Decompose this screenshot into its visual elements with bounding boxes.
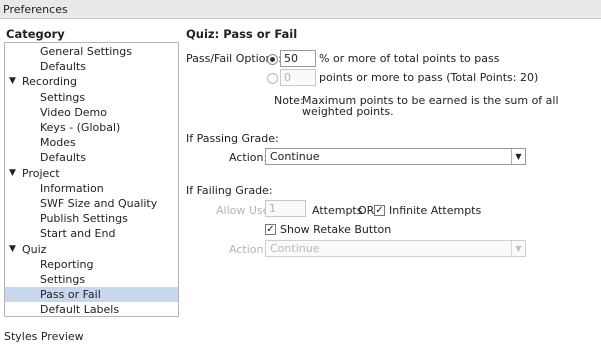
category-item-label: Start and End xyxy=(40,227,116,241)
points-radio[interactable] xyxy=(267,73,278,84)
category-item-label: Video Demo xyxy=(40,105,107,119)
fail-action-label: Action: xyxy=(229,243,268,256)
styles-preview-label: Styles Preview xyxy=(4,330,84,343)
category-item-label: Default Labels xyxy=(40,303,120,317)
attempts-label: Attempts xyxy=(312,204,363,217)
percent-description: % or more of total points to pass xyxy=(319,52,500,65)
expand-arrow-icon[interactable]: ▼ xyxy=(9,166,19,181)
window-title: Preferences xyxy=(3,3,68,16)
category-item[interactable]: SWF Size and Quality xyxy=(5,196,178,211)
category-item[interactable]: General Settings xyxy=(5,44,178,59)
category-item-label: Pass or Fail xyxy=(40,288,101,302)
category-item-label: Defaults xyxy=(40,60,86,74)
category-item-label: Settings xyxy=(40,90,86,104)
category-item-label: Settings xyxy=(40,273,86,286)
pass-action-select[interactable]: Continue ▼ xyxy=(265,148,526,165)
category-item-label: Information xyxy=(40,181,104,195)
expand-arrow-icon[interactable]: ▼ xyxy=(9,74,19,89)
if-passing-label: If Passing Grade: xyxy=(186,132,279,145)
points-description: points or more to pass (Total Points: 20… xyxy=(319,71,539,84)
category-item[interactable]: ▼ Project xyxy=(5,166,178,181)
category-item-label: Modes xyxy=(40,136,76,150)
category-item[interactable]: Reporting xyxy=(5,257,178,272)
chevron-down-icon: ▼ xyxy=(511,241,525,256)
category-tree[interactable]: General Settings Defaults ▼ Recording Settin… xyxy=(4,42,179,317)
category-header: Category xyxy=(6,27,65,41)
category-item[interactable]: Pass or Fail xyxy=(5,287,178,303)
category-item[interactable]: Settings xyxy=(5,90,178,105)
category-item-label: Keys - (Global) xyxy=(40,121,121,134)
expand-arrow-icon[interactable]: ▼ xyxy=(9,242,19,257)
pass-action-value: Continue xyxy=(270,150,320,163)
panel-title: Quiz: Pass or Fail xyxy=(186,27,298,41)
category-item[interactable]: Video Demo xyxy=(5,105,178,120)
category-item[interactable]: Default Labels xyxy=(5,302,178,317)
fail-action-select[interactable]: Continue ▼ xyxy=(265,240,526,257)
category-item-label: Quiz xyxy=(22,242,47,256)
pass-action-label: Action: xyxy=(229,151,268,164)
category-item-label: General Settings xyxy=(40,45,132,58)
category-item-label: SWF Size and Quality xyxy=(40,197,158,210)
show-retake-label: Show Retake Button xyxy=(280,223,392,236)
infinite-attempts-checkbox[interactable]: ✓ xyxy=(374,205,385,216)
category-item[interactable]: Start and End xyxy=(5,226,178,241)
fail-action-value: Continue xyxy=(270,242,320,255)
window-title-bar: Preferences xyxy=(0,0,601,19)
if-failing-label: If Failing Grade: xyxy=(186,184,273,197)
category-item-label: Recording xyxy=(22,75,78,89)
attempts-input[interactable]: 1 xyxy=(265,200,306,217)
category-item[interactable]: Modes xyxy=(5,135,178,150)
infinite-attempts-label: Infinite Attempts xyxy=(389,204,482,217)
or-label: OR xyxy=(358,204,375,217)
category-item[interactable]: Information xyxy=(5,181,178,196)
category-item-label: Defaults xyxy=(40,151,86,165)
category-item-label: Reporting xyxy=(40,257,94,271)
show-retake-checkbox[interactable]: ✓ xyxy=(265,224,276,235)
category-item-label: Publish Settings xyxy=(40,212,128,226)
category-item-label: Project xyxy=(22,166,60,180)
category-item[interactable]: Keys - (Global) xyxy=(5,120,178,135)
category-item[interactable]: Defaults xyxy=(5,150,178,165)
category-item[interactable]: Settings xyxy=(5,272,178,287)
category-item[interactable]: Publish Settings xyxy=(5,211,178,226)
note-label: Note: xyxy=(274,94,304,107)
category-item[interactable]: ▼ Recording xyxy=(5,74,178,89)
chevron-down-icon: ▼ xyxy=(511,149,525,164)
category-item[interactable]: ▼ Quiz xyxy=(5,242,178,257)
percent-input[interactable]: 50 xyxy=(280,50,316,67)
points-input[interactable]: 0 xyxy=(280,69,316,86)
category-item[interactable]: Defaults xyxy=(5,59,178,74)
percent-radio[interactable] xyxy=(267,54,278,65)
note-line-2: weighted points. xyxy=(302,105,394,118)
